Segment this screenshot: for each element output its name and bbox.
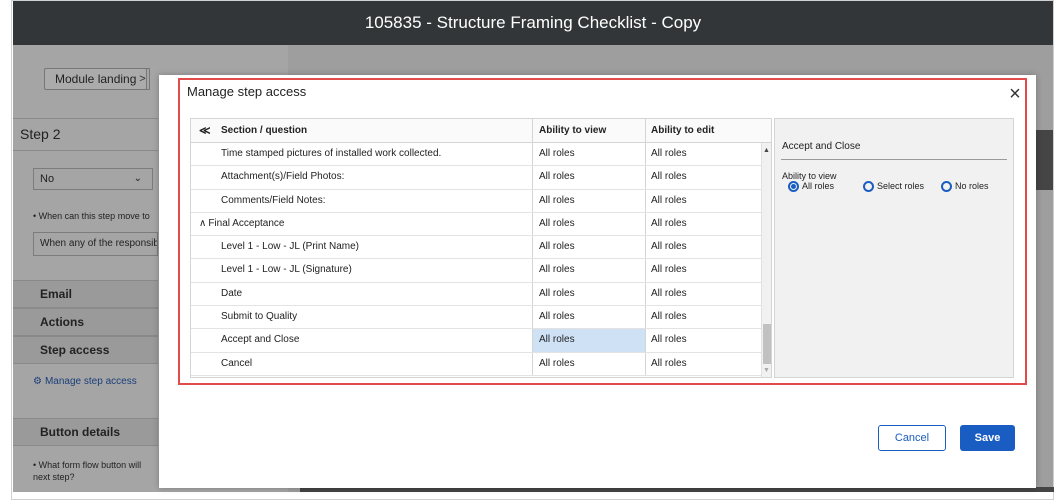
chevron-down-icon: ⌄ (133, 173, 142, 184)
manage-link-label: Manage step access (44, 376, 137, 387)
gear-icon: ⚙ (33, 376, 42, 387)
window-title: 105835 - Structure Framing Checklist - C… (13, 1, 1053, 45)
section-email[interactable]: Email (13, 280, 158, 308)
step-title: Step 2 (20, 126, 61, 142)
cancel-button[interactable]: Cancel (878, 425, 946, 451)
step-select-value: No (40, 173, 55, 185)
when-select[interactable]: When any of the responsibl (33, 232, 158, 256)
highlight-annotation (178, 78, 1027, 385)
when-hint: • When can this step move to (33, 211, 150, 221)
divider (13, 118, 158, 119)
breadcrumb-arrow-icon: > (136, 68, 150, 90)
section-button-details[interactable]: Button details (13, 418, 158, 446)
button-details-hint: • What form flow button will next step? (33, 460, 142, 482)
section-actions[interactable]: Actions (13, 308, 158, 336)
section-step-access[interactable]: Step access (13, 336, 158, 364)
divider (13, 150, 158, 151)
breadcrumb-module-landing[interactable]: Module landing (44, 68, 148, 90)
save-button[interactable]: Save (960, 425, 1015, 451)
manage-step-access-link[interactable]: ⚙ Manage step access (33, 376, 137, 387)
step-select[interactable]: No ⌄ (33, 168, 153, 190)
